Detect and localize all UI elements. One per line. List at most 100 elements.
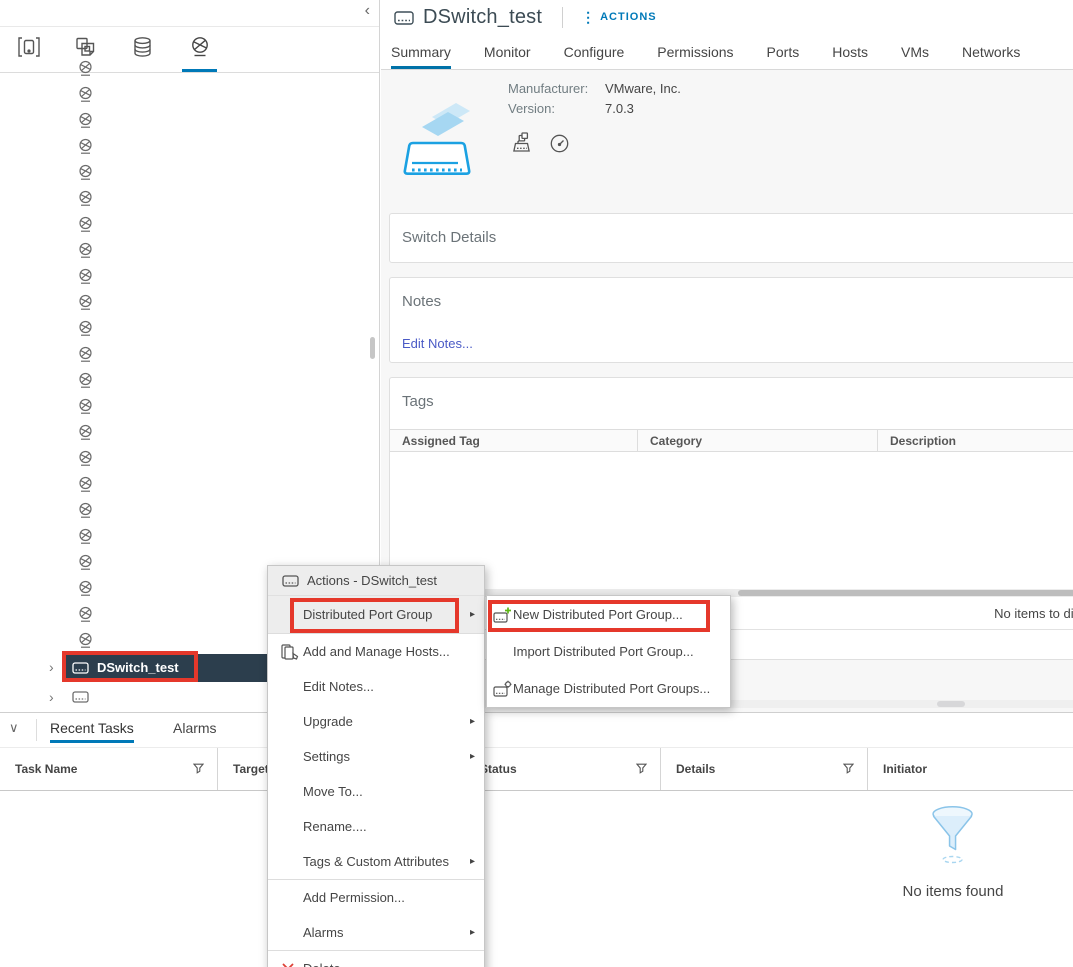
- tab-hosts[interactable]: Hosts: [832, 34, 868, 69]
- port-group-icon: [77, 216, 94, 238]
- tags-column-header[interactable]: Assigned Tag: [390, 430, 638, 451]
- tree-item-port-group[interactable]: [0, 266, 363, 292]
- tasks-empty-state: No items found: [903, 805, 1004, 900]
- menu-item-manage-distributed-port-groups[interactable]: Manage Distributed Port Groups...: [487, 670, 730, 707]
- port-group-icon: [77, 450, 94, 472]
- tree-item-port-group[interactable]: [0, 214, 363, 240]
- tree-item-port-group[interactable]: [0, 188, 363, 214]
- tags-column-header[interactable]: Description: [878, 430, 1073, 451]
- tree-item-port-group[interactable]: [0, 344, 363, 370]
- actions-menu-icon: ⋮: [581, 9, 595, 26]
- menu-item-move-to[interactable]: Move To...: [268, 774, 484, 809]
- dswitch-icon: [282, 575, 299, 587]
- collapse-panel-icon[interactable]: ∨: [9, 720, 19, 736]
- port-group-icon: [77, 502, 94, 524]
- menu-item-tags-custom-attributes[interactable]: Tags & Custom Attributes▸: [268, 844, 484, 879]
- sidebar-scrollbar-thumb[interactable]: [370, 337, 375, 359]
- actions-context-menu: Actions - DSwitch_test Distributed Port …: [267, 565, 485, 967]
- tree-item-port-group[interactable]: [0, 370, 363, 396]
- card-title: Notes: [390, 278, 1073, 310]
- tags-column-header[interactable]: Category: [638, 430, 878, 451]
- tab-vms[interactable]: VMs: [901, 34, 929, 69]
- tab-permissions[interactable]: Permissions: [657, 34, 733, 69]
- gauge-icon[interactable]: [549, 133, 570, 154]
- tree-item-port-group[interactable]: [0, 500, 363, 526]
- tab-configure[interactable]: Configure: [564, 34, 625, 69]
- port-group-icon: [77, 268, 94, 290]
- tasks-column-header[interactable]: Details: [661, 748, 868, 790]
- filter-icon[interactable]: [636, 763, 647, 777]
- menu-item-new-distributed-port-group[interactable]: New Distributed Port Group...: [487, 596, 730, 633]
- manufacturer-row: Manufacturer: VMware, Inc.: [508, 81, 681, 96]
- collapse-sidebar-icon[interactable]: ‹: [365, 2, 370, 20]
- tasks-tab-recent-tasks[interactable]: Recent Tasks: [50, 720, 134, 736]
- object-tab-bar: Summary Monitor Configure Permissions Ports H…: [381, 34, 1073, 70]
- expand-chevron-icon[interactable]: ›: [49, 659, 54, 675]
- tasks-tab-bar: ∨ Recent Tasks Alarms: [0, 713, 1073, 747]
- port-group-icon: [77, 320, 94, 342]
- tab-summary[interactable]: Summary: [391, 34, 451, 69]
- actions-button[interactable]: ⋮ ACTIONS: [581, 9, 657, 26]
- tree-item-port-group[interactable]: [0, 292, 363, 318]
- tree-item-port-group[interactable]: [0, 136, 363, 162]
- menu-item-delete[interactable]: Delete: [268, 951, 484, 967]
- recent-tasks-panel: ∨ Recent Tasks Alarms Task NameTargetStat…: [0, 712, 1073, 967]
- notes-card: Notes Edit Notes...: [389, 277, 1073, 363]
- menu-item-settings[interactable]: Settings▸: [268, 739, 484, 774]
- tasks-column-header[interactable]: Task Name: [0, 748, 218, 790]
- version-row: Version: 7.0.3: [508, 101, 634, 116]
- scrollbar-thumb[interactable]: [937, 701, 965, 707]
- filter-icon[interactable]: [843, 763, 854, 777]
- tasks-table-header: Task NameTargetStatusDetailsInitiator: [0, 747, 1073, 791]
- port-group-icon: [77, 580, 94, 602]
- divider: [36, 719, 37, 741]
- menu-item-alarms[interactable]: Alarms▸: [268, 915, 484, 950]
- divider: [562, 7, 563, 28]
- sidebar-top-strip: ‹: [0, 0, 379, 27]
- new-distributed-port-group-icon: [493, 606, 512, 623]
- tasks-column-header[interactable]: Initiator: [868, 748, 1073, 790]
- edit-notes-link[interactable]: Edit Notes...: [402, 336, 473, 351]
- menu-item-import-distributed-port-group[interactable]: Import Distributed Port Group...: [487, 633, 730, 670]
- tree-item-port-group[interactable]: [0, 240, 363, 266]
- switch-details-card: Switch Details: [389, 213, 1073, 263]
- menu-item-add-permission[interactable]: Add Permission...: [268, 880, 484, 915]
- tasks-tab-alarms[interactable]: Alarms: [173, 720, 217, 736]
- tree-item-port-group[interactable]: [0, 318, 363, 344]
- manage-distributed-port-groups-icon: [493, 680, 512, 697]
- tree-item-port-group[interactable]: [0, 110, 363, 136]
- card-title[interactable]: Switch Details: [390, 214, 1073, 246]
- tab-monitor[interactable]: Monitor: [484, 34, 531, 69]
- menu-item-distributed-port-group[interactable]: Distributed Port Group▸: [268, 596, 484, 633]
- port-group-icon: [77, 476, 94, 498]
- delete-icon: [281, 962, 295, 967]
- tab-networks[interactable]: Networks: [962, 34, 1020, 69]
- switch-package-icon[interactable]: [510, 131, 534, 155]
- dswitch-icon: [394, 11, 414, 25]
- active-tab-underline: [50, 740, 134, 743]
- tab-ports[interactable]: Ports: [767, 34, 800, 69]
- submenu-arrow-icon: ▸: [470, 609, 475, 620]
- tree-item-port-group[interactable]: [0, 474, 363, 500]
- tree-item-port-group[interactable]: [0, 448, 363, 474]
- vsphere-client-window: ‹ › DSwitch_test › DSwitch_test ⋮ ACTION…: [0, 0, 1073, 967]
- tree-item-port-group[interactable]: [0, 84, 363, 110]
- submenu-arrow-icon: ▸: [470, 856, 475, 867]
- menu-item-upgrade[interactable]: Upgrade▸: [268, 704, 484, 739]
- dswitch-icon: [72, 661, 89, 679]
- menu-item-edit-notes[interactable]: Edit Notes...: [268, 669, 484, 704]
- tree-item-port-group[interactable]: [0, 58, 363, 84]
- tree-item-port-group[interactable]: [0, 422, 363, 448]
- filter-icon[interactable]: [193, 763, 204, 777]
- tree-item-port-group[interactable]: [0, 162, 363, 188]
- menu-item-add-and-manage-hosts[interactable]: Add and Manage Hosts...: [268, 634, 484, 669]
- summary-shortcut-icons: [510, 131, 570, 155]
- tree-item-port-group[interactable]: [0, 396, 363, 422]
- expand-chevron-icon[interactable]: ›: [49, 689, 54, 705]
- filter-funnel-illustration: [930, 805, 976, 870]
- tasks-column-header[interactable]: Status: [465, 748, 661, 790]
- port-group-icon: [77, 60, 94, 82]
- tree-item-port-group[interactable]: [0, 526, 363, 552]
- scrollbar-thumb[interactable]: [738, 590, 1073, 596]
- menu-item-rename[interactable]: Rename....: [268, 809, 484, 844]
